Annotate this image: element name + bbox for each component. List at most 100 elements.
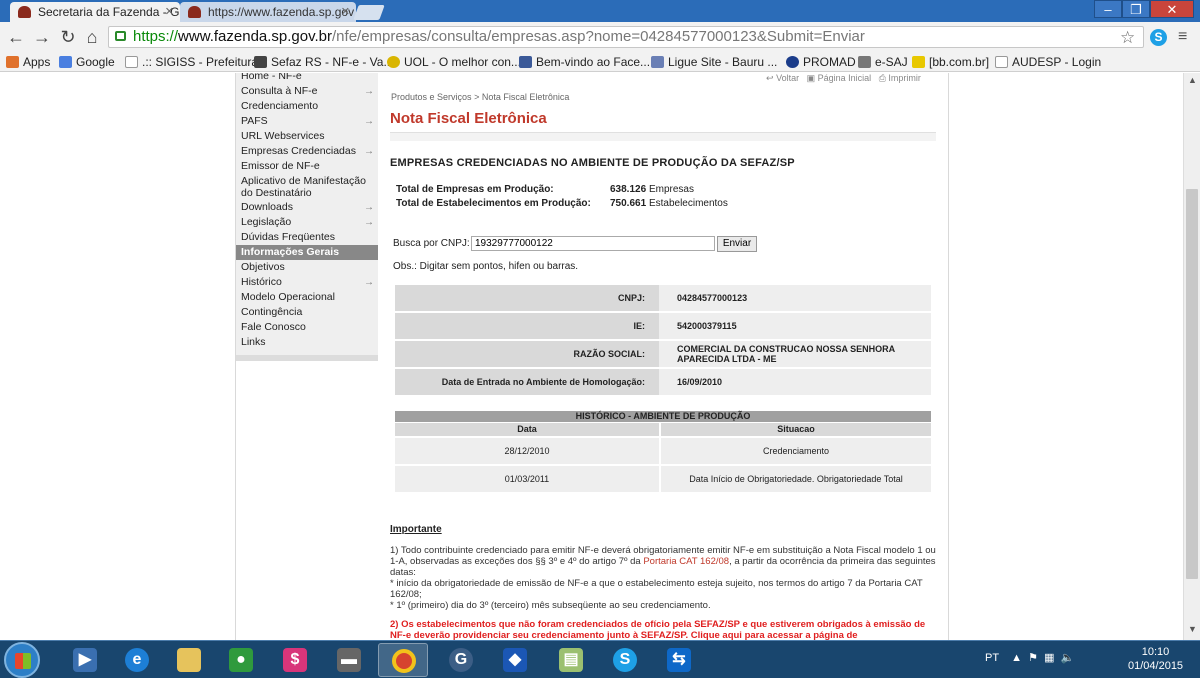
minimize-icon[interactable]: – <box>1094 0 1122 18</box>
taskbar-app-g[interactable]: G <box>436 643 486 677</box>
start-button[interactable] <box>4 642 40 678</box>
detail-value: 16/09/2010 <box>659 369 931 395</box>
bookmark-audesp[interactable]: AUDESP - Login <box>995 54 1101 70</box>
sidebar-item-modelo-operacional[interactable]: Modelo Operacional <box>236 290 378 305</box>
taskbar-app-green[interactable]: ● <box>216 643 266 677</box>
page-scrollbar[interactable]: ▲ ▼ <box>1183 73 1200 640</box>
history-date: 01/03/2011 <box>395 466 661 492</box>
scroll-down-icon[interactable]: ▼ <box>1184 624 1200 638</box>
stat-value: 638.126 Empresas <box>610 184 694 195</box>
taskbar-internet-explorer[interactable]: e <box>112 643 162 677</box>
bookmark-esaj[interactable]: e-SAJ <box>858 54 908 70</box>
important-title: Importante <box>390 524 442 535</box>
page-icon <box>125 56 138 68</box>
sidebar-item-duvidas[interactable]: Dúvidas Freqüentes <box>236 230 378 245</box>
forward-arrow-icon[interactable]: → <box>30 25 54 49</box>
close-tab-icon[interactable]: ✕ <box>165 2 174 22</box>
sidebar-item-url-webservices[interactable]: URL Webservices <box>236 129 378 144</box>
sidebar-item-legislacao[interactable]: Legislação → <box>236 215 378 230</box>
sidebar-item-empresas-credenciadas[interactable]: Empresas Credenciadas → <box>236 144 378 159</box>
sidebar-item-consulta-nfe[interactable]: Consulta à NF-e → <box>236 84 378 99</box>
sidebar-item-home-nfe[interactable]: Home - NF-e <box>236 73 378 84</box>
network-icon[interactable]: ▦ <box>1044 652 1054 664</box>
volume-icon[interactable]: 🔈 <box>1061 652 1075 664</box>
important-paragraph-1: 1) Todo contribuinte credenciado para em… <box>390 545 936 611</box>
taskbar-bb[interactable]: ◆ <box>490 643 540 677</box>
sidebar-item-objetivos[interactable]: Objetivos <box>236 260 378 275</box>
sefaz-favicon-icon <box>18 6 31 18</box>
scroll-up-icon[interactable]: ▲ <box>1184 75 1200 89</box>
top-links: ↩ Voltar ▣ Página Inicial ⎙ Imprimir <box>766 73 921 84</box>
flag-icon[interactable]: ⚑ <box>1028 652 1038 664</box>
cnpj-search-input[interactable] <box>471 236 715 251</box>
address-bar[interactable]: https://www.fazenda.sp.gov.br/nfe/empres… <box>108 26 1144 48</box>
bookmark-sefaz-rs[interactable]: Sefaz RS - NF-e - Va... <box>254 54 393 70</box>
taskbar-chrome[interactable] <box>378 643 428 677</box>
bookmark-uol[interactable]: UOL - O melhor con... <box>387 54 521 70</box>
new-tab-button[interactable] <box>353 5 385 20</box>
sidebar-item-downloads[interactable]: Downloads → <box>236 200 378 215</box>
page-icon <box>995 56 1008 68</box>
skype-extension-icon[interactable]: S <box>1150 29 1167 46</box>
bookmark-bb[interactable]: [bb.com.br] <box>912 54 989 70</box>
tab-secretaria-fazenda[interactable]: Secretaria da Fazenda - G ✕ <box>10 2 180 22</box>
history-status: Data Início de Obrigatoriedade. Obrigato… <box>689 474 903 484</box>
voltar-link[interactable]: Voltar <box>776 73 799 83</box>
media-player-icon: ▶ <box>73 648 97 672</box>
clock[interactable]: 10:10 01/04/2015 <box>1128 645 1183 673</box>
taskbar-explorer[interactable] <box>164 643 214 677</box>
sidebar-item-links[interactable]: Links <box>236 335 378 350</box>
stat-label: Total de Empresas em Produção: <box>396 184 554 195</box>
reload-icon[interactable]: ↻ <box>56 25 80 49</box>
google-icon <box>59 56 72 68</box>
taskbar-skype[interactable]: S <box>600 643 650 677</box>
language-indicator[interactable]: PT <box>985 652 999 664</box>
browser-toolbar: ← → ↻ ⌂ https://www.fazenda.sp.gov.br/nf… <box>0 22 1200 52</box>
stat-value: 750.661 Estabelecimentos <box>610 198 728 209</box>
ligue-icon <box>651 56 664 68</box>
bookmark-star-icon[interactable]: ☆ <box>1120 28 1135 48</box>
portaria-cat-link[interactable]: Portaria CAT 162/08 <box>643 556 729 567</box>
bookmark-google[interactable]: Google <box>59 54 115 70</box>
bookmark-facebook[interactable]: Bem-vindo ao Face... <box>519 54 650 70</box>
bb-icon <box>912 56 925 68</box>
taskbar-media-player[interactable]: ▶ <box>60 643 110 677</box>
browser-menu-icon[interactable]: ≡ <box>1178 28 1187 46</box>
url-scheme: https:// <box>133 28 179 45</box>
tab-fazenda-url[interactable]: https://www.fazenda.sp.gov ✕ <box>180 2 356 22</box>
bookmark-sigiss[interactable]: .:: SIGISS - Prefeitura... <box>125 54 268 70</box>
taskbar-teamviewer[interactable]: ⇆ <box>654 643 704 677</box>
enviar-button[interactable]: Enviar <box>717 236 757 252</box>
taskbar-app-dollar[interactable]: $ <box>270 643 320 677</box>
bookmark-promad[interactable]: PROMAD <box>786 54 856 70</box>
detail-label: IE: <box>633 321 645 331</box>
imprimir-link[interactable]: Imprimir <box>888 73 921 83</box>
sidebar-item-pafs[interactable]: PAFS → <box>236 114 378 129</box>
back-arrow-icon[interactable]: ← <box>4 25 28 49</box>
promad-icon <box>786 56 799 68</box>
show-hidden-icons-icon[interactable]: ▲ <box>1011 652 1022 664</box>
sidebar-item-historico[interactable]: Histórico → <box>236 275 378 290</box>
sidebar-item-fale-conosco[interactable]: Fale Conosco <box>236 320 378 335</box>
breadcrumb-root[interactable]: Produtos e Serviços <box>391 92 472 102</box>
sidebar-section-informacoes-gerais: Informações Gerais <box>236 245 378 260</box>
sidebar-item-emissor-nfe[interactable]: Emissor de NF-e <box>236 159 378 174</box>
scroll-thumb[interactable] <box>1186 189 1198 579</box>
sidebar-item-contingencia[interactable]: Contingência <box>236 305 378 320</box>
banco-brasil-icon: ◆ <box>503 648 527 672</box>
pagina-inicial-link[interactable]: Página Inicial <box>818 73 872 83</box>
taskbar-scanner[interactable]: ▬ <box>324 643 374 677</box>
chrome-icon <box>392 649 416 673</box>
window-close-icon[interactable]: ✕ <box>1150 0 1194 18</box>
bookmark-apps[interactable]: Apps <box>6 54 50 70</box>
uol-icon <box>387 56 400 68</box>
maximize-icon[interactable]: ❐ <box>1122 0 1150 18</box>
taskbar-notes[interactable]: ▤ <box>546 643 596 677</box>
notes-icon: ▤ <box>559 648 583 672</box>
scanner-icon: ▬ <box>337 648 361 672</box>
home-icon[interactable]: ⌂ <box>80 25 104 49</box>
sidebar-item-manifestacao[interactable]: Aplicativo de Manifestação do Destinatár… <box>236 174 378 200</box>
close-tab-icon[interactable]: ✕ <box>341 2 350 22</box>
bookmark-ligue-site[interactable]: Ligue Site - Bauru ... <box>651 54 777 70</box>
sidebar-item-credenciamento[interactable]: Credenciamento <box>236 99 378 114</box>
